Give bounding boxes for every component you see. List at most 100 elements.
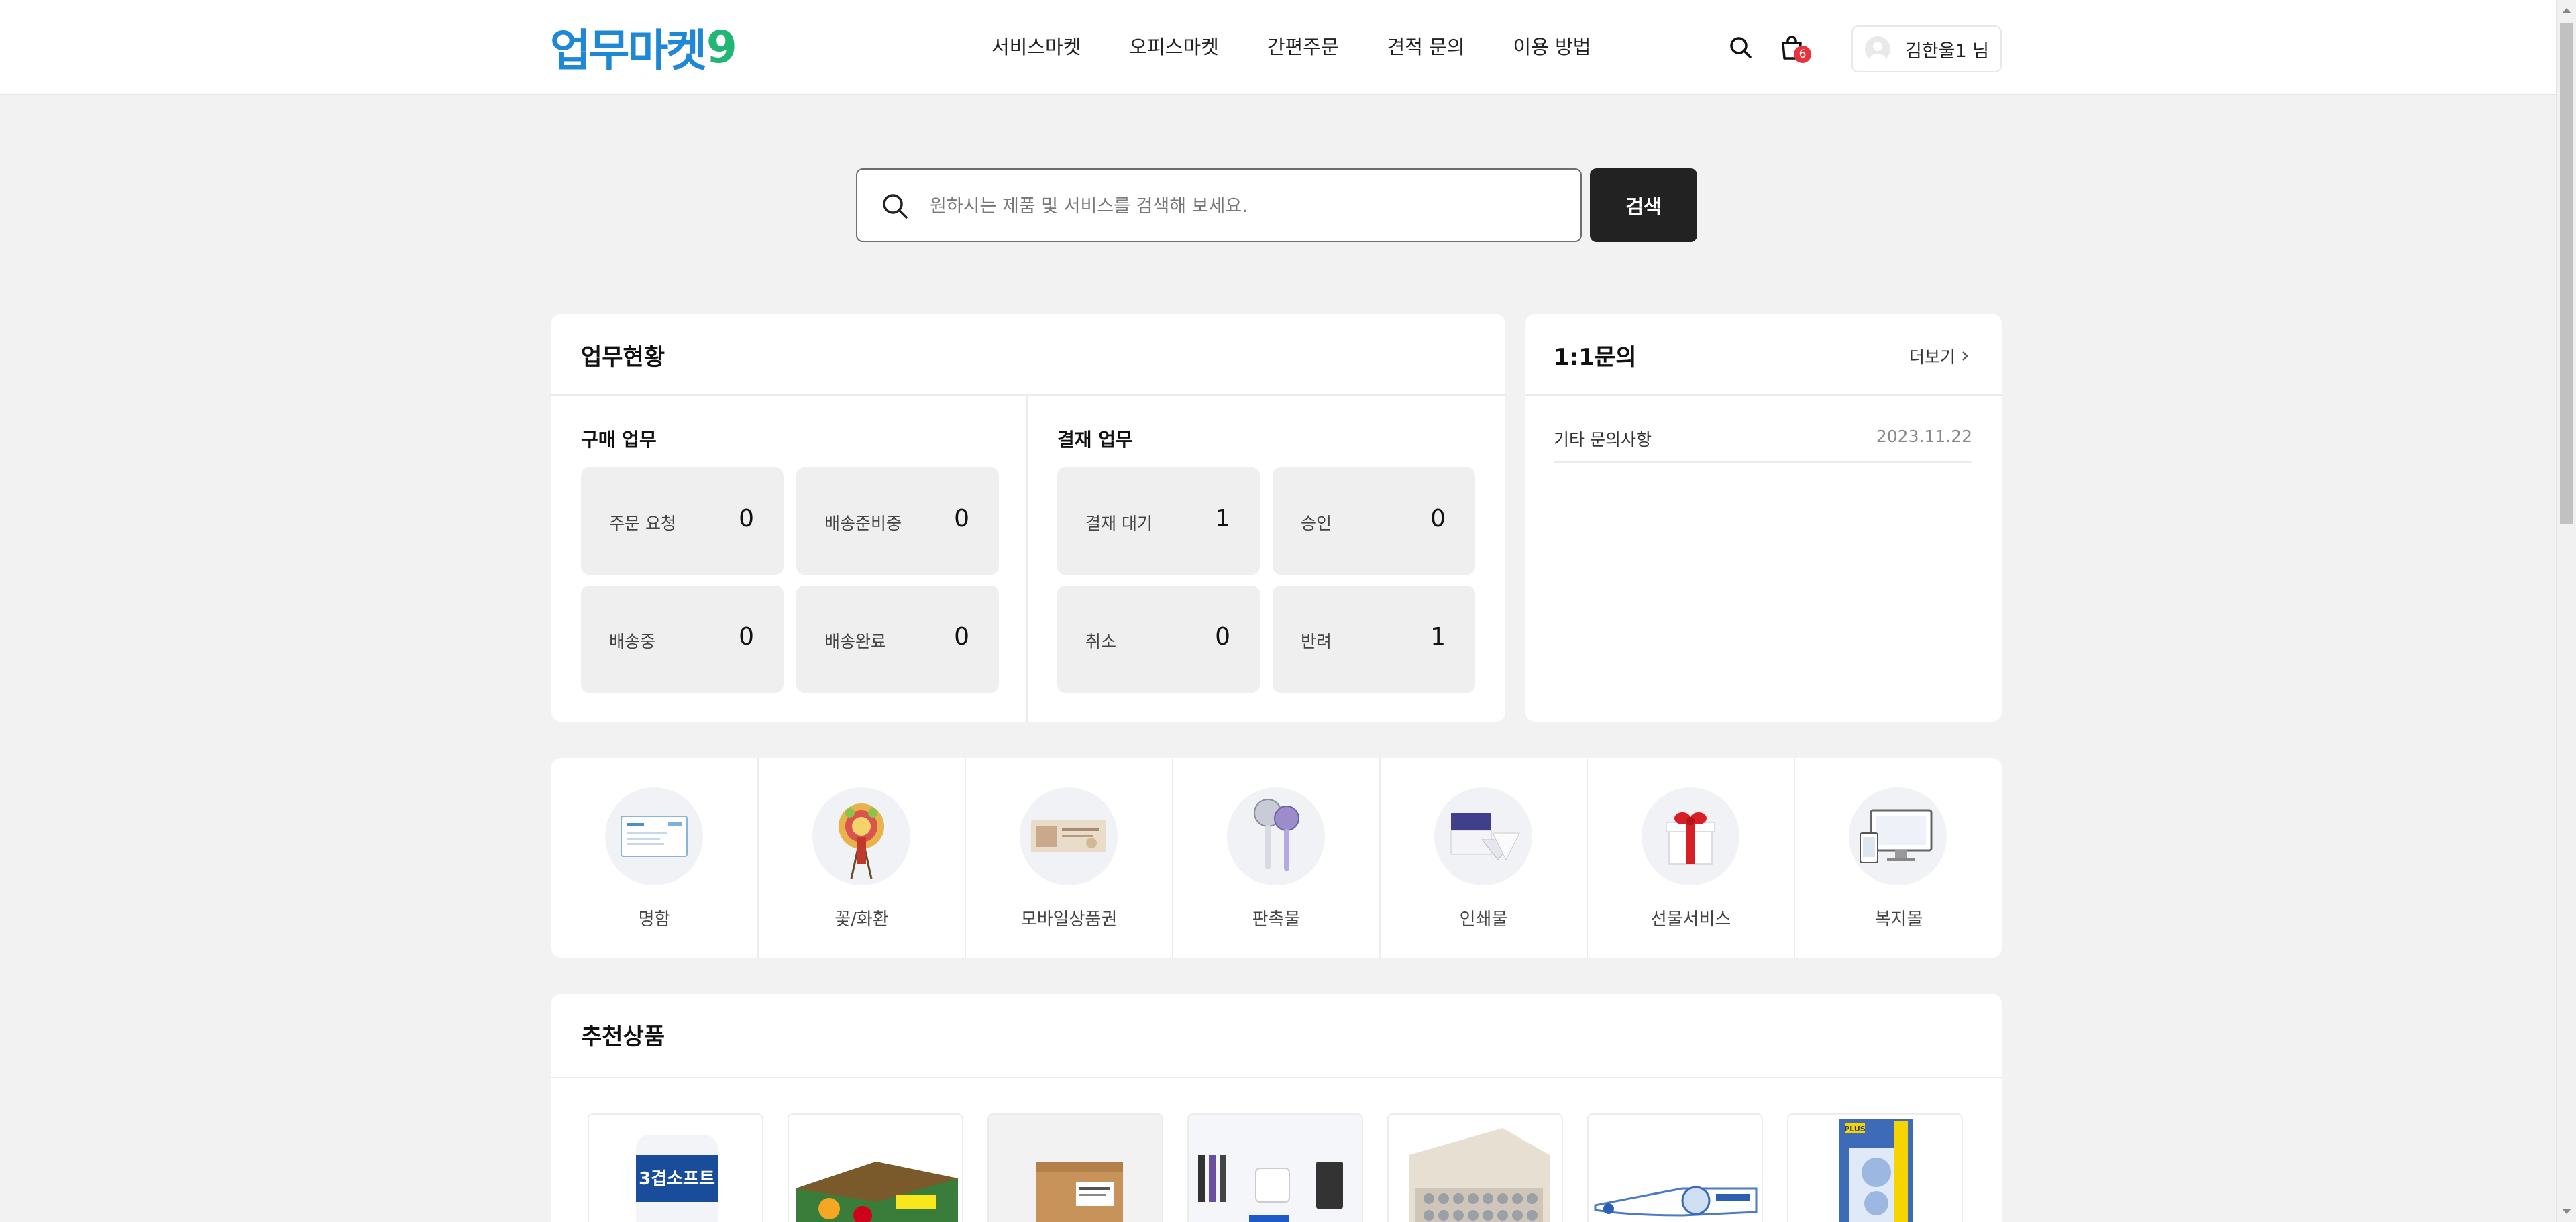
tile-count: 1 bbox=[1430, 623, 1446, 651]
scroll-down-arrow-icon[interactable] bbox=[2562, 1209, 2571, 1214]
category-bar: 명함 꽃/화환 모바일상품권 판촉물 인쇄물 선물서비스 복지몰 bbox=[551, 758, 2002, 958]
product-label: PLUS bbox=[1844, 1125, 1866, 1133]
status-tile-rejected[interactable]: 반려 1 bbox=[1273, 586, 1475, 693]
search-icon[interactable] bbox=[1725, 32, 1756, 63]
nav-quick-order[interactable]: 간편주문 bbox=[1267, 30, 1339, 64]
search-input[interactable] bbox=[930, 187, 1547, 225]
gift-box-icon bbox=[1642, 787, 1739, 885]
inquiry-card bbox=[1525, 314, 2002, 722]
search-icon bbox=[883, 194, 908, 219]
inquiry-row-date: 2023.11.22 bbox=[1876, 427, 1972, 446]
status-tile-delivered[interactable]: 배송완료 0 bbox=[796, 586, 999, 693]
correction-tape-image bbox=[1594, 1186, 1758, 1217]
battery-pack-image bbox=[1409, 1128, 1550, 1222]
divider bbox=[551, 394, 1505, 396]
tile-label: 배송준비중 bbox=[824, 514, 902, 533]
product-card[interactable] bbox=[987, 1113, 1163, 1222]
site-header: 업무마켓 9 서비스마켓 오피스마켓 간편주문 견적 문의 이용 방법 6 김한울… bbox=[0, 0, 2556, 95]
product-card[interactable] bbox=[1187, 1113, 1363, 1222]
category-welfare-mall[interactable]: 복지몰 bbox=[1795, 758, 2002, 958]
gift-voucher-icon bbox=[1020, 787, 1118, 885]
logo-accent: 9 bbox=[706, 21, 737, 73]
recommended-products-card: 추천상품 3겹소프트 PLUS bbox=[551, 994, 2002, 1222]
inquiry-more-link[interactable]: 더보기 bbox=[1909, 344, 1969, 368]
purchase-section-title: 구매 업무 bbox=[581, 429, 657, 451]
product-card[interactable]: PLUS bbox=[1787, 1113, 1963, 1222]
recommended-title: 추천상품 bbox=[581, 1023, 665, 1050]
divider bbox=[1026, 396, 1028, 722]
status-tile-order-request[interactable]: 주문 요청 0 bbox=[581, 467, 784, 575]
site-logo[interactable]: 업무마켓 9 bbox=[550, 20, 737, 77]
nav-office-market[interactable]: 오피스마켓 bbox=[1129, 30, 1218, 64]
category-mobile-voucher[interactable]: 모바일상품권 bbox=[966, 758, 1173, 958]
tile-count: 0 bbox=[1430, 505, 1446, 533]
tile-count: 1 bbox=[1215, 505, 1230, 533]
category-label: 복지몰 bbox=[1874, 909, 1923, 930]
tile-label: 주문 요청 bbox=[609, 514, 676, 533]
divider bbox=[1525, 394, 2002, 396]
category-label: 꽃/화환 bbox=[835, 909, 889, 930]
tile-label: 배송완료 bbox=[824, 632, 887, 651]
inquiry-row-title: 기타 문의사항 bbox=[1554, 430, 1652, 449]
divider bbox=[551, 1077, 2002, 1078]
logo-text: 업무마켓 bbox=[550, 25, 707, 76]
category-printed-matter[interactable]: 인쇄물 bbox=[1381, 758, 1588, 958]
tile-count: 0 bbox=[739, 623, 754, 651]
tile-label: 배송중 bbox=[609, 632, 656, 651]
chevron-right-icon bbox=[1962, 351, 1968, 361]
product-card[interactable] bbox=[788, 1113, 963, 1222]
tile-label: 결재 대기 bbox=[1085, 514, 1152, 533]
shopping-bag-icon[interactable]: 6 bbox=[1776, 32, 1811, 63]
status-tile-shipping[interactable]: 배송중 0 bbox=[581, 586, 784, 693]
category-label: 모바일상품권 bbox=[1020, 909, 1118, 930]
product-label: 3겹소프트 bbox=[639, 1169, 715, 1189]
status-tile-pending-approval[interactable]: 결재 대기 1 bbox=[1057, 467, 1260, 575]
scroll-up-arrow-icon[interactable] bbox=[2562, 8, 2571, 13]
page-scrollbar[interactable] bbox=[2556, 0, 2576, 1222]
category-gift-service[interactable]: 선물서비스 bbox=[1588, 758, 1795, 958]
inquiry-title: 1:1문의 bbox=[1554, 344, 1637, 371]
tile-count: 0 bbox=[1215, 623, 1230, 651]
category-label: 판촉물 bbox=[1252, 909, 1301, 930]
main-nav: 서비스마켓 오피스마켓 간편주문 견적 문의 이용 방법 bbox=[991, 30, 1639, 64]
nav-how-to-use[interactable]: 이용 방법 bbox=[1513, 30, 1591, 64]
snack-box-image bbox=[796, 1162, 958, 1222]
nav-service-market[interactable]: 서비스마켓 bbox=[991, 30, 1081, 64]
tile-label: 반려 bbox=[1301, 632, 1332, 651]
product-card[interactable]: 3겹소프트 bbox=[588, 1113, 763, 1222]
tile-label: 취소 bbox=[1085, 632, 1117, 651]
more-label: 더보기 bbox=[1909, 347, 1956, 367]
user-name: 김한울1 님 bbox=[1905, 40, 1990, 62]
search-button[interactable]: 검색 bbox=[1590, 168, 1697, 242]
cart-count-badge: 6 bbox=[1794, 46, 1811, 63]
cardboard-box-image bbox=[1036, 1162, 1123, 1222]
status-tile-approved[interactable]: 승인 0 bbox=[1273, 467, 1475, 575]
tape-refill-image: PLUS bbox=[1839, 1119, 1913, 1222]
tile-count: 0 bbox=[954, 505, 969, 533]
nav-quote-inquiry[interactable]: 견적 문의 bbox=[1387, 30, 1465, 64]
category-flowers[interactable]: 꽃/화환 bbox=[759, 758, 966, 958]
product-card[interactable] bbox=[1387, 1113, 1563, 1222]
status-tile-cancelled[interactable]: 취소 0 bbox=[1057, 586, 1260, 693]
printed-matter-icon bbox=[1434, 787, 1532, 885]
category-label: 선물서비스 bbox=[1650, 909, 1731, 930]
tile-label: 승인 bbox=[1301, 514, 1332, 533]
status-tile-preparing[interactable]: 배송준비중 0 bbox=[796, 467, 999, 575]
user-menu-button[interactable]: 김한울1 님 bbox=[1851, 25, 2002, 72]
inquiry-row[interactable]: 기타 문의사항 2023.11.22 bbox=[1554, 421, 1972, 463]
toilet-paper-image: 3겹소프트 bbox=[636, 1135, 718, 1222]
flower-wreath-icon bbox=[812, 787, 910, 885]
search-bar bbox=[856, 168, 1582, 242]
product-card[interactable] bbox=[1587, 1113, 1763, 1222]
work-status-title: 업무현황 bbox=[581, 344, 665, 371]
category-business-card[interactable]: 명함 bbox=[551, 758, 759, 958]
approval-section-title: 결재 업무 bbox=[1057, 429, 1133, 451]
category-label: 인쇄물 bbox=[1459, 909, 1508, 930]
office-set-image bbox=[1189, 1115, 1362, 1222]
business-card-icon bbox=[605, 787, 703, 885]
category-promo-goods[interactable]: 판촉물 bbox=[1173, 758, 1381, 958]
tile-count: 0 bbox=[739, 505, 754, 533]
scrollbar-thumb[interactable] bbox=[2560, 23, 2573, 524]
tile-count: 0 bbox=[954, 623, 969, 651]
welfare-mall-icon bbox=[1849, 787, 1947, 885]
